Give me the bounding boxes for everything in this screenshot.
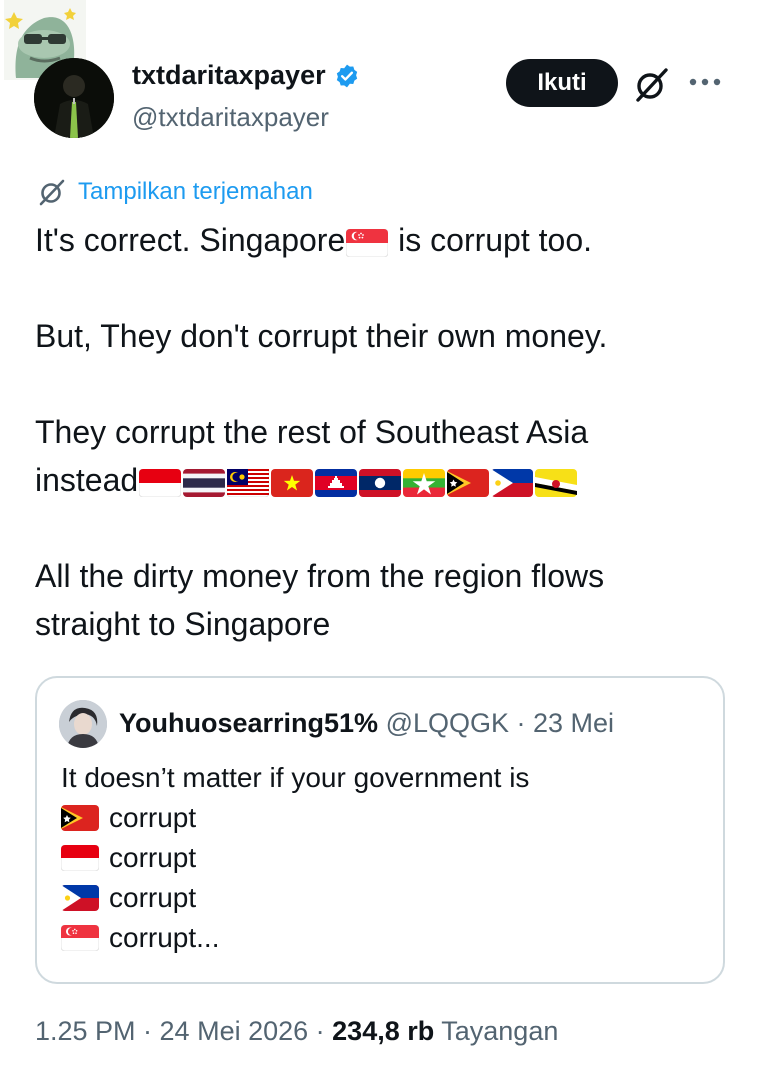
quoted-tweet-word: corrupt [109, 802, 197, 833]
author-avatar[interactable] [34, 58, 114, 138]
show-translation-label[interactable]: Tampilkan terjemahan [78, 178, 313, 206]
quoted-tweet-header: Youhuosearring51% @LQQGK · 23 Mei [119, 708, 614, 739]
tweet-line: All the dirty money from the region flow… [35, 558, 605, 594]
brunei-flag-icon [535, 469, 578, 497]
quoted-tweet-line: It doesn’t matter if your government is [61, 762, 530, 793]
quoted-tweet-text: It doesn’t matter if your government is … [61, 758, 529, 958]
timor-leste-flag-icon [61, 805, 99, 831]
quoted-tweet-word: corrupt... [109, 922, 220, 953]
cambodia-flag-icon [315, 469, 358, 497]
show-translation-link[interactable]: Tampilkan terjemahan [36, 176, 313, 208]
quoted-author-name[interactable]: Youhuosearring51% [119, 708, 378, 738]
singapore-flag-icon [61, 925, 99, 951]
philippines-flag-icon [61, 885, 99, 911]
author-handle[interactable]: @txtdaritaxpayer [132, 102, 329, 133]
tweet-text-segment: instead [35, 462, 139, 498]
tweet-text-segment: is corrupt too. [389, 222, 592, 258]
quoted-tweet-line: corrupt... [61, 918, 529, 958]
tweet-timestamp[interactable]: 1.25 PM · 24 Mei 2026 · [35, 1016, 332, 1046]
thailand-flag-icon [183, 469, 226, 497]
grok-translate-icon [39, 179, 65, 206]
tweet-text-segment: It's correct. Singapore [35, 222, 346, 258]
tweet-line: instead [35, 456, 735, 504]
malaysia-flag-icon [227, 469, 270, 497]
laos-flag-icon [359, 469, 402, 497]
tweet-line: But, They don't corrupt their own money. [35, 318, 608, 354]
tweet-line: They corrupt the rest of Southeast Asia [35, 414, 589, 450]
quoted-tweet-line: corrupt [61, 878, 529, 918]
vietnam-flag-icon [271, 469, 314, 497]
follow-button[interactable]: Ikuti [506, 59, 618, 107]
tweet-metadata: 1.25 PM · 24 Mei 2026 · 234,8 rb Tayanga… [35, 1016, 558, 1047]
grok-icon[interactable] [632, 64, 672, 104]
verified-badge-icon [336, 64, 357, 87]
view-count: 234,8 rb [332, 1016, 435, 1046]
philippines-flag-icon [491, 469, 534, 497]
view-count-label: Tayangan [434, 1016, 559, 1046]
tweet-text: It's correct. Singapore is corrupt too. … [35, 216, 735, 648]
quoted-tweet-line: corrupt [61, 798, 529, 838]
quoted-tweet-word: corrupt [109, 842, 197, 873]
flag-emoji-row [138, 462, 578, 498]
quoted-author-meta: @LQQGK · 23 Mei [378, 708, 615, 738]
indonesia-flag-icon [61, 845, 99, 871]
quoted-tweet-line: corrupt [61, 838, 529, 878]
author-name-row[interactable]: txtdaritaxpayer [132, 60, 360, 91]
singapore-flag-icon [346, 229, 389, 257]
quoted-tweet-word: corrupt [109, 882, 197, 913]
quoted-author-avatar[interactable] [59, 700, 107, 748]
quoted-tweet-card[interactable]: Youhuosearring51% @LQQGK · 23 Mei It doe… [35, 676, 725, 984]
author-display-name[interactable]: txtdaritaxpayer [132, 60, 326, 91]
timor-leste-flag-icon [447, 469, 490, 497]
indonesia-flag-icon [139, 469, 182, 497]
tweet-line: It's correct. Singapore is corrupt too. [35, 216, 735, 264]
more-icon[interactable] [688, 76, 722, 88]
tweet-line: straight to Singapore [35, 606, 331, 642]
myanmar-flag-icon [403, 469, 446, 497]
